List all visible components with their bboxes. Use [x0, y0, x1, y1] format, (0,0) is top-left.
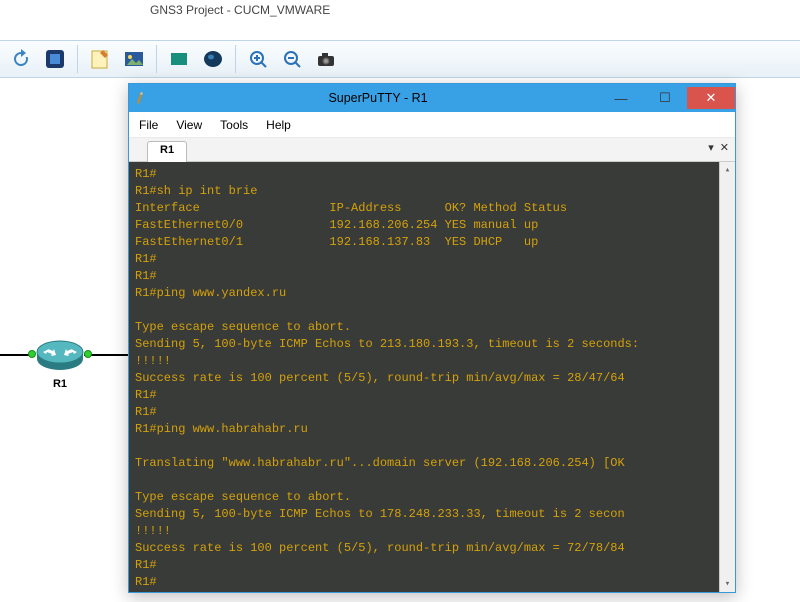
scroll-down-icon[interactable]: ▾	[720, 576, 735, 592]
menu-file[interactable]: File	[139, 118, 158, 132]
scroll-up-icon[interactable]: ▴	[720, 162, 735, 178]
menu-view[interactable]: View	[176, 118, 202, 132]
tab-dropdown-icon[interactable]: ▾	[708, 141, 714, 154]
scroll-track[interactable]	[720, 178, 735, 576]
ellipse-icon[interactable]	[198, 44, 228, 74]
note-icon[interactable]	[85, 44, 115, 74]
tab-strip: R1 ▾ ✕	[129, 138, 735, 162]
window-title: SuperPuTTY - R1	[157, 91, 599, 105]
zoom-in-icon[interactable]	[243, 44, 273, 74]
router-label: R1	[53, 378, 67, 390]
terminal-pane[interactable]: R1# R1#sh ip int brie Interface IP-Addre…	[129, 162, 735, 592]
menu-help[interactable]: Help	[266, 118, 291, 132]
virtualbox-icon[interactable]	[40, 44, 70, 74]
maximize-button[interactable]: ☐	[643, 87, 687, 109]
refresh-icon[interactable]	[6, 44, 36, 74]
titlebar[interactable]: SuperPuTTY - R1 — ☐ ✕	[129, 84, 735, 112]
minimize-button[interactable]: —	[599, 87, 643, 109]
router-node[interactable]: R1	[30, 338, 90, 392]
rectangle-icon[interactable]	[164, 44, 194, 74]
close-button[interactable]: ✕	[687, 87, 735, 109]
gns3-project-title: GNS3 Project - CUCM_VMWARE	[150, 3, 330, 17]
app-icon	[129, 90, 157, 106]
menu-tools[interactable]: Tools	[220, 118, 248, 132]
picture-icon[interactable]	[119, 44, 149, 74]
tab-r1[interactable]: R1	[147, 141, 187, 162]
gns3-toolbar	[0, 40, 800, 78]
zoom-out-icon[interactable]	[277, 44, 307, 74]
camera-icon[interactable]	[311, 44, 341, 74]
terminal-output: R1# R1#sh ip int brie Interface IP-Addre…	[135, 166, 727, 591]
tab-close-icon[interactable]: ✕	[720, 141, 729, 154]
scrollbar[interactable]: ▴ ▾	[719, 162, 735, 592]
menubar: File View Tools Help	[129, 112, 735, 138]
superputty-window: SuperPuTTY - R1 — ☐ ✕ File View Tools He…	[128, 83, 736, 593]
